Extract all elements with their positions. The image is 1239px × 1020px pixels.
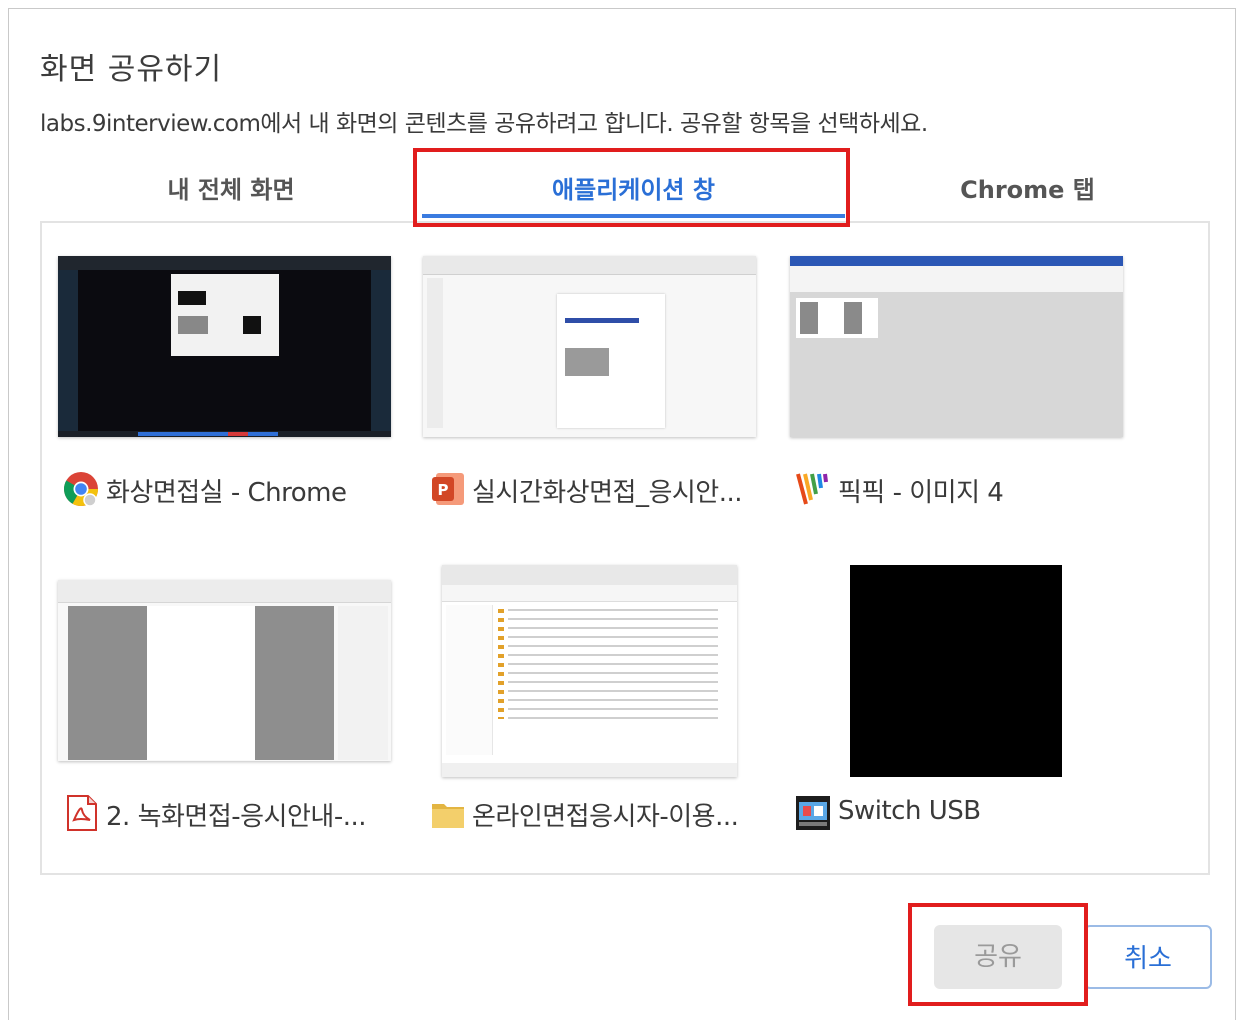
folder-icon (432, 804, 464, 828)
window-label: 화상면접실 - Chrome (106, 478, 347, 508)
tab-label: 내 전체 화면 (167, 176, 295, 204)
pdf-icon (67, 795, 97, 831)
window-thumbnail-chrome[interactable] (58, 256, 391, 437)
dialog-subtitle: labs.9interview.com에서 내 화면의 콘텐츠를 공유하려고 합… (40, 111, 928, 137)
window-label: 2. 녹화면접-응시안내-... (106, 802, 367, 832)
tab-chrome-tab[interactable]: Chrome 탭 (845, 170, 1210, 220)
svg-text:P: P (438, 481, 449, 499)
powerpoint-icon: P (432, 473, 464, 505)
window-thumbnail-picpick[interactable] (790, 256, 1123, 437)
window-thumbnail-powerpoint[interactable] (423, 256, 756, 437)
dialog-title: 화면 공유하기 (40, 52, 223, 87)
active-tab-indicator (422, 214, 845, 218)
window-label: Switch USB (838, 796, 981, 826)
window-label: 온라인면접응시자-이용... (472, 802, 739, 832)
cancel-button[interactable]: 취소 (1084, 925, 1212, 989)
chrome-icon (64, 472, 98, 507)
window-label: 실시간화상면접_응시안... (472, 478, 743, 508)
tab-application-window[interactable]: 애플리케이션 창 (422, 170, 845, 220)
window-thumbnail-switch-usb[interactable] (850, 565, 1062, 777)
tab-label: 애플리케이션 창 (552, 176, 715, 204)
window-label: 픽픽 - 이미지 4 (838, 478, 1004, 508)
tab-entire-screen[interactable]: 내 전체 화면 (40, 170, 422, 220)
window-thumbnail-pdf[interactable] (58, 580, 391, 761)
window-thumbnail-folder[interactable] (442, 565, 737, 777)
picpick-icon (796, 473, 828, 505)
switch-usb-icon (796, 796, 830, 830)
share-button[interactable]: 공유 (934, 925, 1062, 989)
tab-label: Chrome 탭 (960, 176, 1095, 204)
